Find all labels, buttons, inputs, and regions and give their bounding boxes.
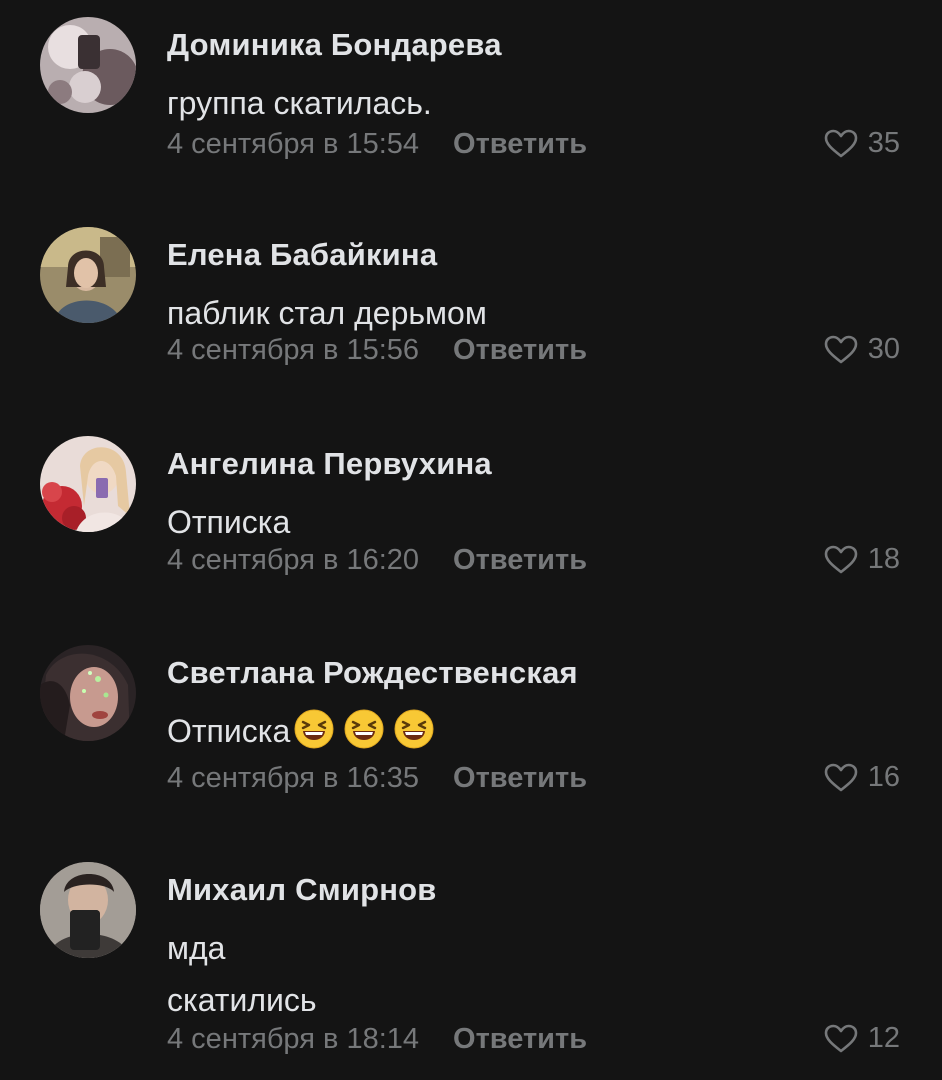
comment-text: Отписка [167, 496, 290, 548]
avatar[interactable] [40, 436, 136, 532]
comment-author[interactable]: Елена Бабайкина [167, 237, 437, 273]
like-button[interactable]: 18 [824, 543, 900, 576]
comment-date[interactable]: 4 сентября в 16:20 [167, 544, 419, 577]
comment-meta: 4 сентября в 15:56 Ответить [167, 334, 587, 367]
comment-meta: 4 сентября в 16:35 Ответить [167, 762, 587, 795]
reply-button[interactable]: Ответить [453, 128, 587, 161]
comment-date[interactable]: 4 сентября в 18:14 [167, 1023, 419, 1056]
comment-text-content: Отписка [167, 713, 291, 749]
user-photo-icon [40, 436, 136, 532]
avatar[interactable] [40, 645, 136, 741]
like-count: 18 [867, 543, 900, 575]
like-count: 12 [867, 1022, 900, 1054]
heart-icon [824, 763, 858, 791]
avatar[interactable] [40, 17, 136, 113]
reply-button[interactable]: Ответить [453, 544, 587, 577]
user-photo-icon [40, 227, 136, 323]
like-count: 35 [867, 127, 900, 159]
avatar[interactable] [40, 862, 136, 958]
comment-text-line: Отписка [167, 705, 434, 757]
like-count: 30 [867, 333, 900, 365]
comment-text-line: скатились [167, 982, 317, 1018]
like-button[interactable]: 12 [824, 1022, 900, 1055]
comment-meta: 4 сентября в 15:54 Ответить [167, 128, 587, 161]
comment-author[interactable]: Светлана Рождественская [167, 655, 578, 691]
comment-date[interactable]: 4 сентября в 15:56 [167, 334, 419, 367]
comment-text: паблик стал дерьмом [167, 287, 487, 339]
comment-text: мда скатились [167, 922, 317, 1026]
comment-text-line: Отписка [167, 504, 291, 540]
reply-button[interactable]: Ответить [453, 762, 587, 795]
avatar[interactable] [40, 227, 136, 323]
like-button[interactable]: 30 [824, 333, 900, 366]
comment-author[interactable]: Михаил Смирнов [167, 872, 437, 908]
user-photo-icon [40, 862, 136, 958]
comment-text-line: группа скатилась. [167, 85, 432, 121]
like-count: 16 [867, 761, 900, 793]
comment-date[interactable]: 4 сентября в 15:54 [167, 128, 419, 161]
heart-icon [824, 545, 858, 573]
comment-meta: 4 сентября в 18:14 Ответить [167, 1023, 587, 1056]
comment-text-line: паблик стал дерьмом [167, 295, 487, 331]
user-photo-icon [40, 645, 136, 741]
comment-meta: 4 сентября в 16:20 Ответить [167, 544, 587, 577]
comment-author[interactable]: Доминика Бондарева [167, 27, 502, 63]
comment-date[interactable]: 4 сентября в 16:35 [167, 762, 419, 795]
like-button[interactable]: 35 [824, 127, 900, 160]
reply-button[interactable]: Ответить [453, 1023, 587, 1056]
reply-button[interactable]: Ответить [453, 334, 587, 367]
laughing-squint-emoji-icon [394, 709, 434, 749]
laughing-squint-emoji-icon [294, 709, 334, 749]
laughing-squint-emoji-icon [344, 709, 384, 749]
comment-text: Отписка [167, 705, 434, 757]
heart-icon [824, 335, 858, 363]
comment-text-line: мда [167, 930, 226, 966]
user-photo-icon [40, 17, 136, 113]
comment-text: группа скатилась. [167, 77, 432, 129]
comment-author[interactable]: Ангелина Первухина [167, 446, 492, 482]
like-button[interactable]: 16 [824, 761, 900, 794]
heart-icon [824, 129, 858, 157]
heart-icon [824, 1024, 858, 1052]
